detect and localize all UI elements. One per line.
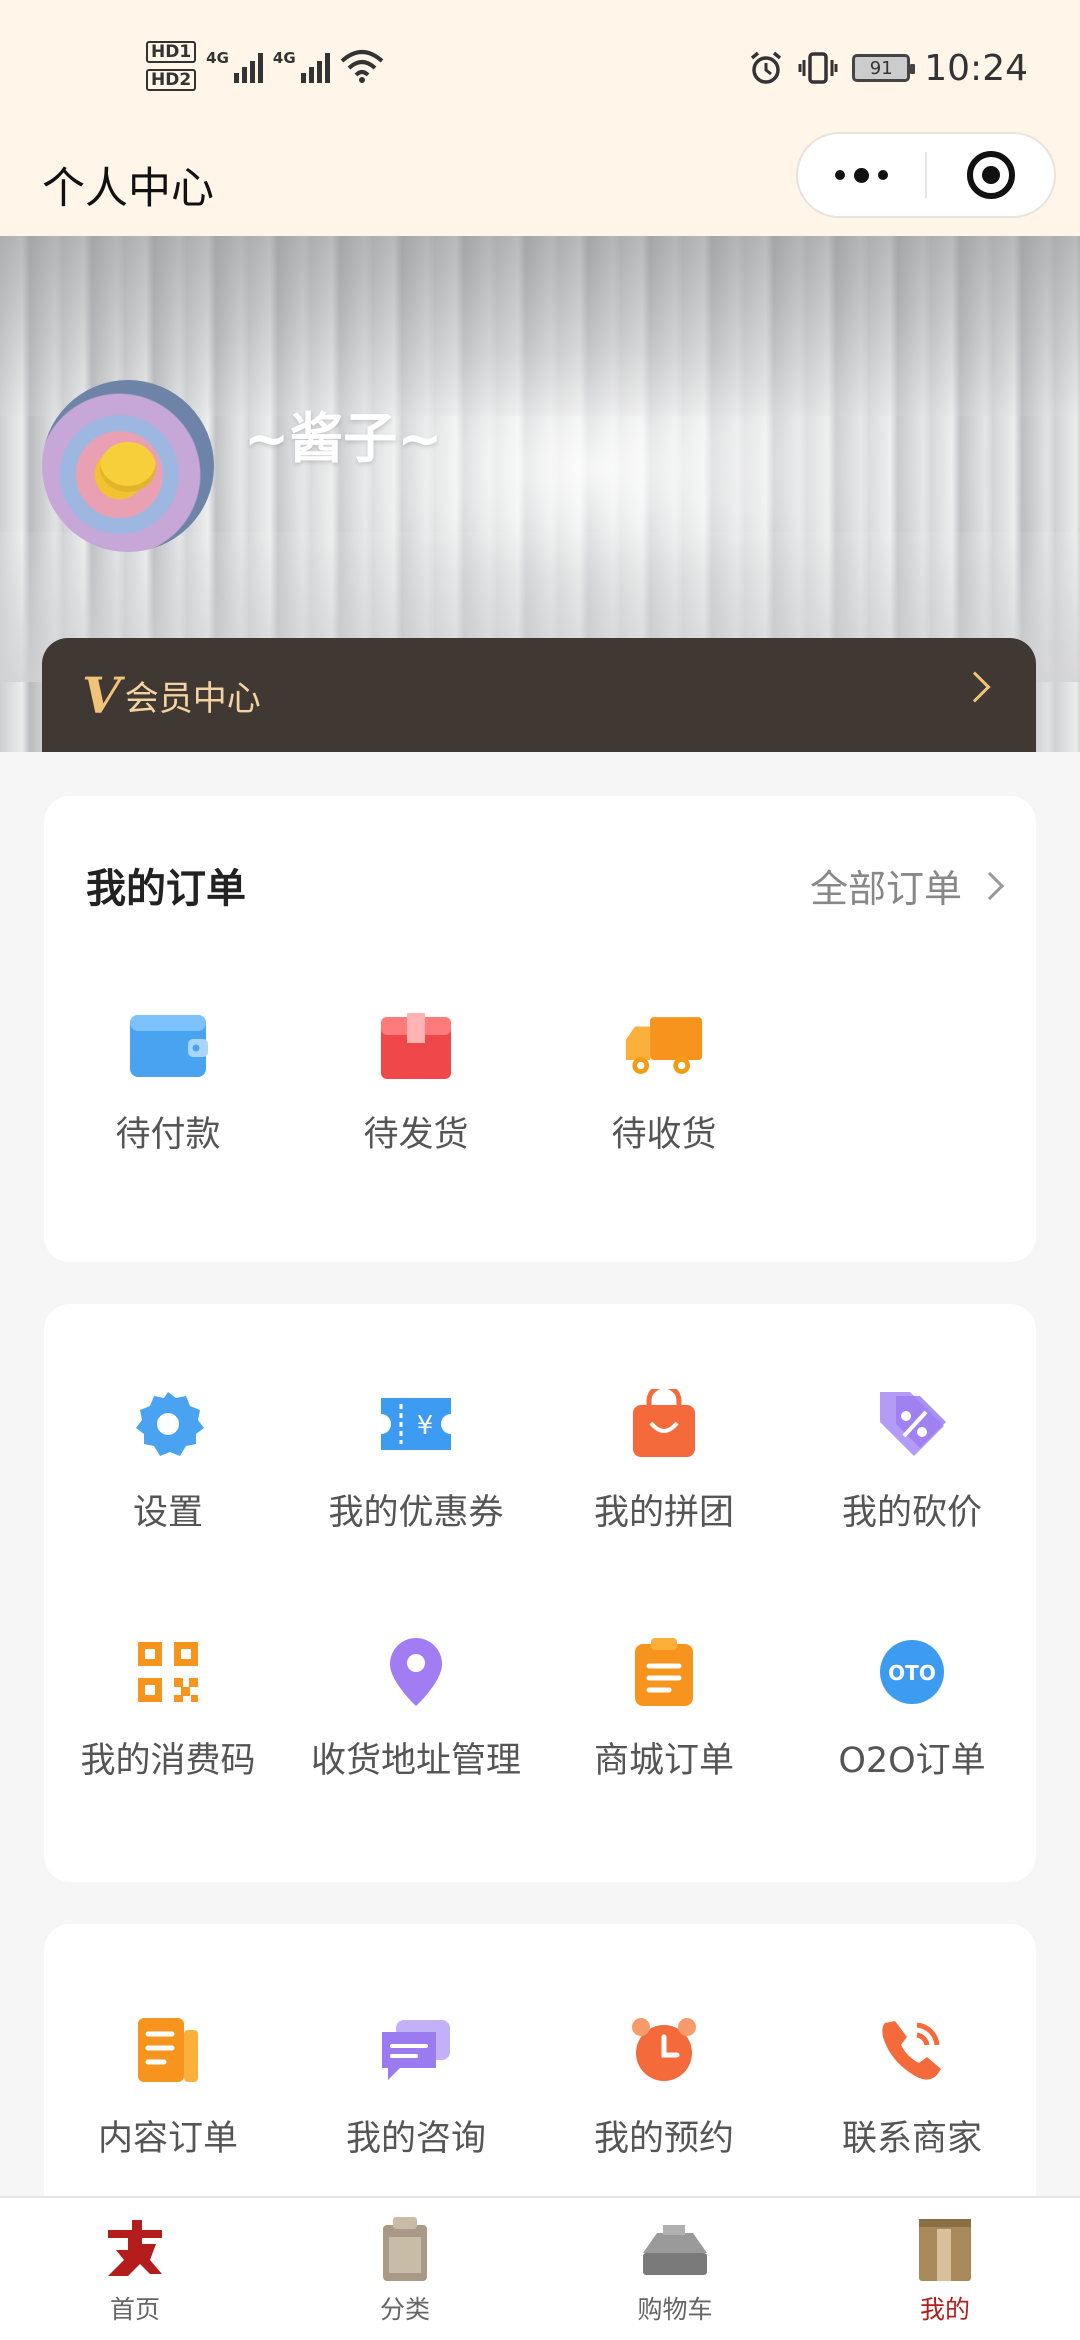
bottom-tab-bar: 首页 分类 购物车 我的 — [0, 2196, 1080, 2340]
profile-banner: ~酱子~ V 会员中心 — [0, 236, 1080, 752]
network-label-2: 4G — [272, 49, 296, 67]
alarm-clock-icon — [624, 2010, 704, 2090]
order-pending-receipt[interactable]: 待收货 — [540, 1006, 788, 1157]
qr-code-icon — [128, 1632, 208, 1712]
services-card: 设置 ¥ 我的优惠券 我的拼团 我的砍价 我的消费码 收货地址管理 商城订单 O… — [44, 1304, 1036, 1882]
svg-text:OTO: OTO — [888, 1661, 936, 1685]
title-bar: 个人中心 — [0, 132, 1080, 236]
order-pending-payment[interactable]: 待付款 — [44, 1006, 292, 1157]
member-center-button[interactable]: V 会员中心 — [42, 638, 1036, 752]
network-label: 4G — [206, 49, 229, 67]
tab-category[interactable]: 分类 — [270, 2198, 540, 2340]
truck-icon — [624, 1006, 704, 1086]
close-miniprogram-button[interactable] — [927, 134, 1054, 216]
group-buy-entry[interactable]: 我的拼团 — [540, 1384, 788, 1535]
clock: 10:24 — [924, 47, 1028, 89]
service-label: 联系商家 — [841, 2119, 982, 2159]
service-label: 我的砍价 — [841, 1493, 982, 1533]
phone-icon — [872, 2010, 952, 2090]
status-bar: HD1 HD2 4G 4G 91 10:24 — [0, 0, 1080, 132]
tab-profile[interactable]: 我的 — [810, 2198, 1080, 2340]
service-label: 我的预约 — [593, 2119, 734, 2159]
all-orders-label: 全部订单 — [809, 867, 962, 911]
appointment-entry[interactable]: 我的预约 — [540, 2010, 788, 2161]
consumption-code-entry[interactable]: 我的消费码 — [44, 1632, 292, 1783]
home-icon — [99, 2214, 171, 2284]
vip-v-icon: V — [82, 665, 121, 725]
battery-level: 91 — [869, 57, 893, 79]
hd-indicators: HD1 HD2 — [146, 41, 197, 91]
shopping-bag-icon — [624, 1384, 704, 1464]
cart-icon — [639, 2214, 711, 2284]
more-dots-icon — [835, 167, 888, 183]
more-menu-button[interactable] — [798, 134, 925, 216]
member-center-label: 会员中心 — [124, 678, 261, 719]
service-label: O2O订单 — [838, 1741, 986, 1781]
profile-icon — [909, 2214, 981, 2284]
o2o-orders-entry[interactable]: OTO O2O订单 — [788, 1632, 1036, 1783]
chevron-right-icon — [975, 871, 1005, 900]
chat-icon — [376, 2010, 456, 2090]
username: ~酱子~ — [244, 407, 443, 470]
all-orders-link[interactable]: 全部订单 — [809, 858, 1005, 913]
service-label: 我的咨询 — [345, 2119, 486, 2159]
oto-icon: OTO — [872, 1632, 952, 1712]
target-icon — [966, 151, 1015, 199]
tab-home[interactable]: 首页 — [0, 2198, 270, 2340]
service-label: 设置 — [132, 1493, 203, 1533]
hd2-badge: HD2 — [146, 69, 197, 91]
service-label: 内容订单 — [97, 2119, 238, 2159]
status-left: HD1 HD2 4G 4G — [146, 36, 384, 96]
content-orders-entry[interactable]: 内容订单 — [44, 2010, 292, 2161]
tab-label: 首页 — [109, 2295, 160, 2324]
service-label: 商城订单 — [593, 1741, 734, 1781]
settings-entry[interactable]: 设置 — [44, 1384, 292, 1535]
hd1-badge: HD1 — [146, 41, 197, 63]
tab-label: 购物车 — [637, 2295, 713, 2324]
consultation-entry[interactable]: 我的咨询 — [292, 2010, 540, 2161]
my-orders-card: 我的订单 全部订单 待付款 待发货 待收货 — [44, 796, 1036, 1262]
clipboard-icon — [624, 1632, 704, 1712]
service-label: 我的优惠券 — [328, 1493, 504, 1533]
tab-label: 分类 — [379, 2295, 430, 2324]
service-label: 我的消费码 — [80, 1741, 256, 1781]
wallet-icon — [128, 1006, 208, 1086]
category-icon — [369, 2214, 441, 2284]
gear-icon — [128, 1384, 208, 1464]
alarm-icon — [751, 51, 782, 84]
status-right: 91 10:24 — [748, 38, 1028, 98]
mall-orders-entry[interactable]: 商城订单 — [540, 1632, 788, 1783]
contact-merchant-entry[interactable]: 联系商家 — [788, 2010, 1036, 2161]
coupons-entry[interactable]: ¥ 我的优惠券 — [292, 1384, 540, 1535]
order-item-label: 待付款 — [115, 1115, 221, 1155]
coupon-icon: ¥ — [376, 1384, 456, 1464]
tab-cart[interactable]: 购物车 — [540, 2198, 810, 2340]
document-icon — [128, 2010, 208, 2090]
order-item-label: 待收货 — [611, 1115, 717, 1155]
bargain-entry[interactable]: 我的砍价 — [788, 1384, 1036, 1535]
miniprogram-capsule — [796, 132, 1056, 218]
wifi-icon — [340, 50, 384, 83]
svg-text:¥: ¥ — [417, 1411, 434, 1441]
signal-icon: 4G — [206, 49, 263, 83]
page-title: 个人中心 — [42, 164, 214, 214]
order-item-label: 待发货 — [363, 1115, 469, 1155]
avatar[interactable] — [42, 380, 214, 552]
tab-label: 我的 — [919, 2295, 970, 2324]
chevron-right-icon — [959, 671, 991, 703]
service-label: 我的拼团 — [593, 1493, 734, 1533]
signal-icon-2: 4G — [273, 49, 330, 83]
order-pending-shipment[interactable]: 待发货 — [292, 1006, 540, 1157]
box-icon — [376, 1006, 456, 1086]
orders-title: 我的订单 — [86, 866, 246, 912]
service-label: 收货地址管理 — [310, 1741, 521, 1781]
location-pin-icon — [376, 1632, 456, 1712]
vibrate-icon — [798, 52, 838, 84]
address-management-entry[interactable]: 收货地址管理 — [292, 1632, 540, 1783]
battery-icon: 91 — [852, 54, 916, 82]
discount-tag-icon — [872, 1384, 952, 1464]
